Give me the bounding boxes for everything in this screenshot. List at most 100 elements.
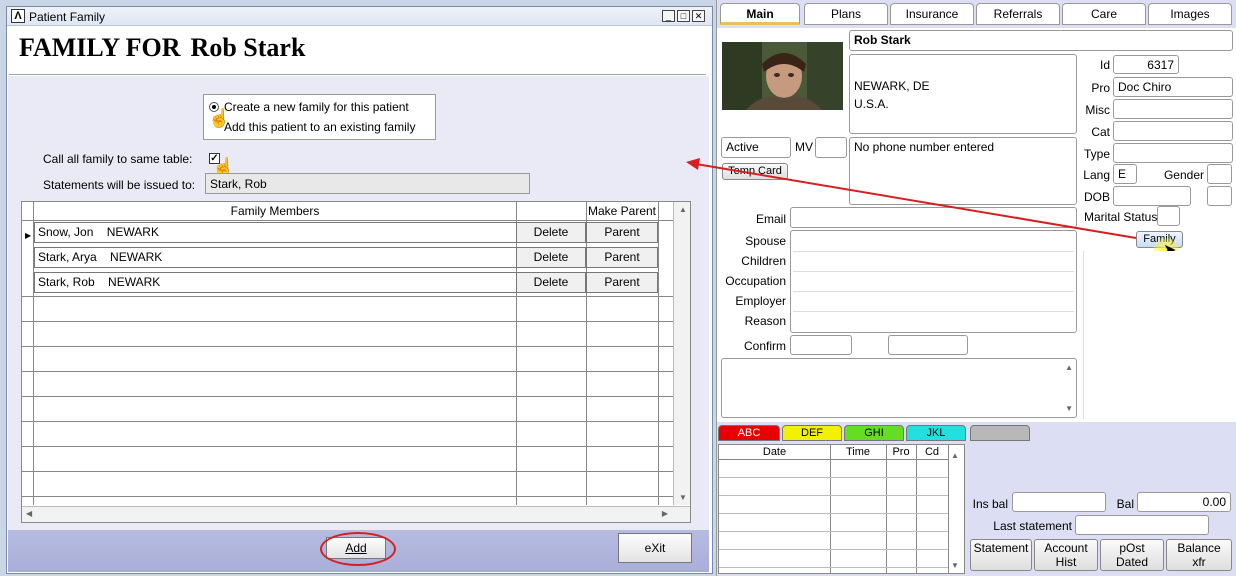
gender-field[interactable]	[1207, 164, 1232, 184]
exit-button[interactable]: eXit	[618, 533, 692, 563]
pro-field[interactable]: Doc Chiro	[1113, 77, 1233, 97]
account-hist-label-1: Account	[1044, 541, 1088, 555]
hand-cursor-icon: ☝	[208, 108, 231, 128]
tab-def[interactable]: DEF	[782, 425, 842, 441]
annotation-circle	[320, 532, 396, 566]
tab-insurance[interactable]: Insurance	[890, 3, 974, 25]
cat-label: Cat	[1091, 125, 1110, 139]
member-name: Stark, Arya	[38, 250, 97, 264]
divider	[9, 74, 706, 75]
grid-line	[658, 202, 659, 505]
minimize-icon[interactable]: _	[662, 10, 675, 22]
member-name: Snow, Jon	[38, 225, 94, 239]
address-line-1: NEWARK, DE	[854, 79, 930, 93]
member-name: Stark, Rob	[38, 275, 95, 289]
window-title: Patient Family	[29, 10, 106, 24]
tab-care[interactable]: Care	[1062, 3, 1146, 25]
statements-field[interactable]: Stark, Rob	[205, 173, 530, 194]
tab-jkl[interactable]: JKL	[906, 425, 966, 441]
new-family-label[interactable]: Create a new family for this patient	[224, 100, 409, 114]
account-hist-button[interactable]: Account Hist	[1034, 539, 1098, 571]
scroll-down-icon[interactable]: ▼	[951, 561, 959, 570]
member-city: NEWARK	[106, 225, 159, 239]
maximize-icon[interactable]: □	[677, 10, 690, 22]
tab-abc[interactable]: ABC	[718, 425, 780, 441]
misc-label: Misc	[1085, 103, 1110, 117]
delete-button[interactable]: Delete	[516, 247, 586, 268]
tab-plans[interactable]: Plans	[804, 3, 888, 25]
statements-label: Statements will be issued to:	[43, 178, 196, 192]
parent-button[interactable]: Parent	[586, 272, 658, 293]
post-dated-label-1: pOst	[1119, 541, 1145, 555]
address-field[interactable]: NEWARK, DE U.S.A.	[849, 54, 1077, 134]
family-list-area	[1083, 251, 1232, 419]
employer-label: Employer	[735, 294, 786, 308]
member-city: NEWARK	[108, 275, 161, 289]
heading-patient-name: Rob Stark	[190, 33, 306, 62]
delete-button[interactable]: Delete	[516, 222, 586, 243]
scroll-up-icon[interactable]: ▲	[1065, 363, 1073, 372]
bal-label: Bal	[1116, 497, 1134, 511]
existing-family-label[interactable]: Add this patient to an existing family	[224, 120, 415, 134]
family-option-group: Create a new family for this patient Add…	[203, 94, 436, 140]
last-statement-field[interactable]	[1075, 515, 1209, 535]
table-row[interactable]: Snow, Jon NEWARK	[34, 222, 517, 243]
reason-label: Reason	[744, 314, 786, 328]
balance-xfr-label-2: xfr	[1192, 555, 1206, 569]
table-row[interactable]: Stark, Rob NEWARK	[34, 272, 517, 293]
patient-name-field[interactable]: Rob Stark	[849, 30, 1233, 51]
ins-bal-label: Ins bal	[972, 497, 1008, 511]
title-bar[interactable]: Λ Patient Family _ □ ✕	[7, 7, 712, 26]
post-dated-button[interactable]: pOst Dated	[1100, 539, 1164, 571]
page-title: FAMILY FOR Rob Stark	[19, 33, 315, 63]
parent-button[interactable]: Parent	[586, 222, 658, 243]
parent-button[interactable]: Parent	[586, 247, 658, 268]
column-header-cd: Cd	[924, 446, 940, 458]
heading-prefix: FAMILY FOR	[19, 33, 181, 62]
confirm-label: Confirm	[743, 339, 786, 353]
member-city: NEWARK	[110, 250, 163, 264]
gender-label: Gender	[1163, 168, 1204, 182]
tab-images[interactable]: Images	[1148, 3, 1232, 25]
bal-field[interactable]: 0.00	[1137, 492, 1231, 512]
ledger-table: Date Time Pro Cd ▲ ▼	[718, 444, 965, 574]
column-header-members: Family Members	[230, 204, 320, 218]
confirm-field-2[interactable]	[888, 335, 968, 355]
confirm-field-1[interactable]	[790, 335, 852, 355]
id-label: Id	[1099, 58, 1110, 72]
age-field[interactable]	[1207, 186, 1232, 206]
table-row[interactable]: Stark, Arya NEWARK	[34, 247, 517, 268]
post-dated-label-2: Dated	[1115, 555, 1149, 569]
tab-ghi[interactable]: GHI	[844, 425, 904, 441]
address-line-2: U.S.A.	[854, 97, 889, 111]
statement-button[interactable]: Statement	[970, 539, 1032, 571]
tab-main[interactable]: Main	[720, 3, 800, 25]
statement-button-label: Statement	[973, 541, 1029, 555]
column-header-pro: Pro	[892, 446, 910, 458]
marital-status-field[interactable]	[1157, 206, 1180, 226]
pro-label: Pro	[1091, 81, 1110, 95]
column-header-time: Time	[845, 446, 871, 458]
tab-referrals[interactable]: Referrals	[976, 3, 1060, 25]
row-indicator-icon: ▶	[25, 231, 32, 240]
misc-field[interactable]	[1113, 99, 1233, 119]
patient-photo	[722, 42, 843, 110]
horizontal-scrollbar[interactable]: ◀ ▶	[22, 506, 690, 522]
cat-field[interactable]	[1113, 121, 1233, 141]
occupation-label: Occupation	[725, 274, 786, 288]
delete-button[interactable]: Delete	[516, 272, 586, 293]
notes-field[interactable]: ▲ ▼	[721, 358, 1077, 418]
balance-xfr-button[interactable]: Balance xfr	[1166, 539, 1232, 571]
ins-bal-field[interactable]	[1012, 492, 1106, 512]
family-members-grid: Family Members Make Parent ▶ Snow, Jon N…	[21, 201, 691, 523]
account-hist-label-2: Hist	[1055, 555, 1077, 569]
children-label: Children	[741, 254, 786, 268]
balance-xfr-label-1: Balance	[1177, 541, 1221, 555]
close-icon[interactable]: ✕	[692, 10, 705, 22]
app-icon: Λ	[11, 9, 25, 23]
scroll-up-icon[interactable]: ▲	[951, 451, 959, 460]
scroll-down-icon[interactable]: ▼	[1065, 404, 1073, 413]
column-header-make-parent: Make Parent	[587, 204, 657, 218]
id-field[interactable]: 6317	[1113, 55, 1179, 74]
tab-blank[interactable]	[970, 425, 1030, 441]
